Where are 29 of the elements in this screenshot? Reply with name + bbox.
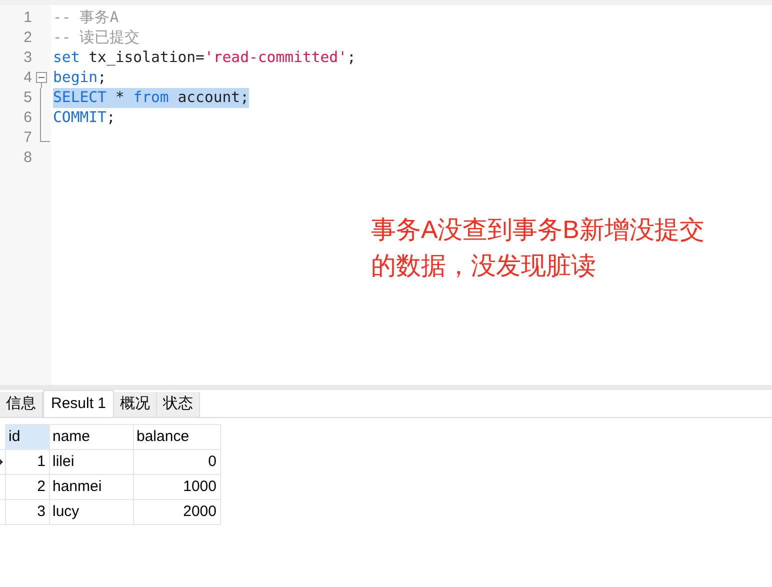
line-number: 1 (22, 8, 33, 28)
result-tab[interactable]: 概况 (114, 392, 158, 417)
table-cell: 2 (5, 474, 49, 500)
result-tab[interactable]: 状态 (157, 392, 200, 417)
result-tab[interactable]: Result 1 (43, 390, 114, 417)
result-tab[interactable]: 信息 (0, 392, 43, 417)
annotation-text: 的数据，没发现脏读 (371, 251, 597, 282)
table-cell: hanmei (49, 474, 133, 500)
column-header[interactable]: name (49, 424, 133, 450)
annotation-text: 事务A没查到事务B新增没提交 (371, 215, 704, 246)
table-cell: lucy (49, 500, 133, 524)
current-row-icon (0, 459, 3, 465)
line-number: 5 (22, 88, 33, 108)
line-number: 6 (22, 108, 33, 128)
column-header[interactable]: balance (133, 424, 220, 450)
table-cell: 3 (5, 500, 49, 524)
table-cell: 1000 (133, 474, 220, 500)
line-number: 4 (22, 68, 33, 88)
row-header[interactable] (0, 450, 5, 474)
fold-collapse-icon[interactable] (36, 72, 47, 88)
table-cell: 2000 (133, 500, 220, 524)
column-header[interactable]: id (5, 424, 49, 450)
line-number: 7 (22, 128, 33, 148)
table-cell: lilei (49, 450, 133, 474)
line-number: 3 (22, 48, 33, 68)
table-cell: 1 (5, 450, 49, 474)
line-number: 2 (22, 28, 33, 48)
line-number: 8 (22, 148, 33, 168)
table-cell: 0 (133, 450, 220, 474)
